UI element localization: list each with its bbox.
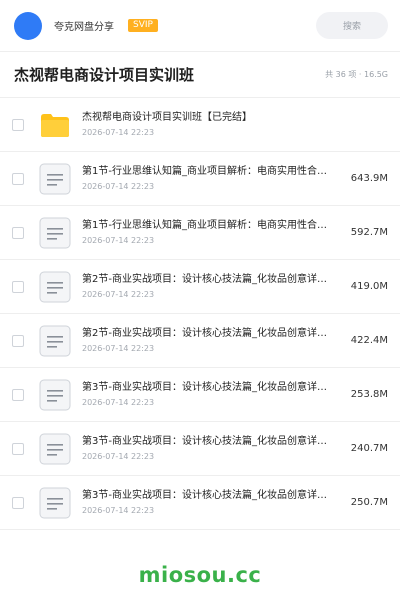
file-name: 第1节-行业思维认知篇_商业项目解析：电商实用性合… — [82, 165, 327, 177]
file-info: 第1节-行业思维认知篇_商业项目解析：电商实用性合… 2026-07-14 22… — [82, 165, 349, 193]
document-icon — [38, 270, 72, 304]
folder-meta: 共 36 项 · 16.5G — [325, 70, 388, 79]
file-size: 253.8M — [350, 389, 388, 400]
file-date: 2026-07-14 22:23 — [82, 181, 155, 191]
folder-icon — [38, 108, 72, 142]
file-date: 2026-07-14 22:23 — [82, 127, 155, 137]
file-name: 第1节-行业思维认知篇_商业项目解析：电商实用性合… — [82, 219, 327, 231]
file-name: 第3节-商业实战项目：设计核心技法篇_化妆品创意详… — [82, 489, 327, 501]
select-checkbox[interactable] — [12, 280, 24, 293]
folder-title-row: 杰视帮电商设计项目实训班 共 36 项 · 16.5G — [0, 52, 400, 98]
file-name: 第3节-商业实战项目：设计核心技法篇_化妆品创意详… — [82, 435, 327, 447]
search-button[interactable]: 搜索 — [316, 12, 388, 39]
select-checkbox[interactable] — [12, 496, 24, 509]
document-icon — [38, 486, 72, 520]
file-list: 杰视帮电商设计项目实训班【已完结】 2026-07-14 22:23 第1节-行… — [0, 98, 400, 530]
file-size: 422.4M — [350, 335, 388, 346]
file-name: 第2节-商业实战项目：设计核心技法篇_化妆品创意详… — [82, 327, 327, 339]
list-item[interactable]: 第2节-商业实战项目：设计核心技法篇_化妆品创意详… 2026-07-14 22… — [0, 260, 400, 314]
select-checkbox[interactable] — [12, 334, 24, 347]
document-icon — [38, 162, 72, 196]
list-item[interactable]: 第1节-行业思维认知篇_商业项目解析：电商实用性合… 2026-07-14 22… — [0, 152, 400, 206]
sharer-name: 夸克网盘分享 — [54, 22, 114, 33]
list-item[interactable]: 第3节-商业实战项目：设计核心技法篇_化妆品创意详… 2026-07-14 22… — [0, 368, 400, 422]
file-date: 2026-07-14 22:23 — [82, 505, 155, 515]
file-date: 2026-07-14 22:23 — [82, 289, 155, 299]
list-item[interactable]: 第3节-商业实战项目：设计核心技法篇_化妆品创意详… 2026-07-14 22… — [0, 422, 400, 476]
share-header: 夸克网盘分享 SVIP 搜索 — [0, 0, 400, 52]
file-size: 240.7M — [350, 443, 388, 454]
select-checkbox[interactable] — [12, 442, 24, 455]
file-info: 第1节-行业思维认知篇_商业项目解析：电商实用性合… 2026-07-14 22… — [82, 219, 349, 247]
list-item[interactable]: 第1节-行业思维认知篇_商业项目解析：电商实用性合… 2026-07-14 22… — [0, 206, 400, 260]
select-checkbox[interactable] — [12, 388, 24, 401]
document-icon — [38, 216, 72, 250]
file-info: 第3节-商业实战项目：设计核心技法篇_化妆品创意详… 2026-07-14 22… — [82, 381, 349, 409]
file-size: 419.0M — [350, 281, 388, 292]
list-item[interactable]: 杰视帮电商设计项目实训班【已完结】 2026-07-14 22:23 — [0, 98, 400, 152]
select-checkbox[interactable] — [12, 226, 24, 239]
svip-badge: SVIP — [128, 19, 158, 32]
file-date: 2026-07-14 22:23 — [82, 397, 155, 407]
file-name: 杰视帮电商设计项目实训班【已完结】 — [82, 111, 252, 123]
file-size: 250.7M — [350, 497, 388, 508]
file-date: 2026-07-14 22:23 — [82, 451, 155, 461]
file-name: 第2节-商业实战项目：设计核心技法篇_化妆品创意详… — [82, 273, 327, 285]
file-info: 第3节-商业实战项目：设计核心技法篇_化妆品创意详… 2026-07-14 22… — [82, 435, 349, 463]
file-info: 第2节-商业实战项目：设计核心技法篇_化妆品创意详… 2026-07-14 22… — [82, 327, 349, 355]
document-icon — [38, 378, 72, 412]
file-date: 2026-07-14 22:23 — [82, 235, 155, 245]
select-checkbox[interactable] — [12, 118, 24, 131]
watermark-text: miosou.cc — [138, 563, 262, 587]
list-item[interactable]: 第2节-商业实战项目：设计核心技法篇_化妆品创意详… 2026-07-14 22… — [0, 314, 400, 368]
list-item[interactable]: 第3节-商业实战项目：设计核心技法篇_化妆品创意详… 2026-07-14 22… — [0, 476, 400, 530]
document-icon — [38, 432, 72, 466]
document-icon — [38, 324, 72, 358]
file-info: 第2节-商业实战项目：设计核心技法篇_化妆品创意详… 2026-07-14 22… — [82, 273, 349, 301]
file-size: 643.9M — [350, 173, 388, 184]
folder-title: 杰视帮电商设计项目实训班 — [14, 66, 195, 84]
file-info: 杰视帮电商设计项目实训班【已完结】 2026-07-14 22:23 — [82, 111, 386, 139]
file-info: 第3节-商业实战项目：设计核心技法篇_化妆品创意详… 2026-07-14 22… — [82, 489, 349, 517]
file-name: 第3节-商业实战项目：设计核心技法篇_化妆品创意详… — [82, 381, 327, 393]
avatar[interactable] — [14, 11, 42, 40]
file-size: 592.7M — [350, 227, 388, 238]
search-label: 搜索 — [342, 22, 361, 32]
select-checkbox[interactable] — [12, 172, 24, 185]
file-date: 2026-07-14 22:23 — [82, 343, 155, 353]
